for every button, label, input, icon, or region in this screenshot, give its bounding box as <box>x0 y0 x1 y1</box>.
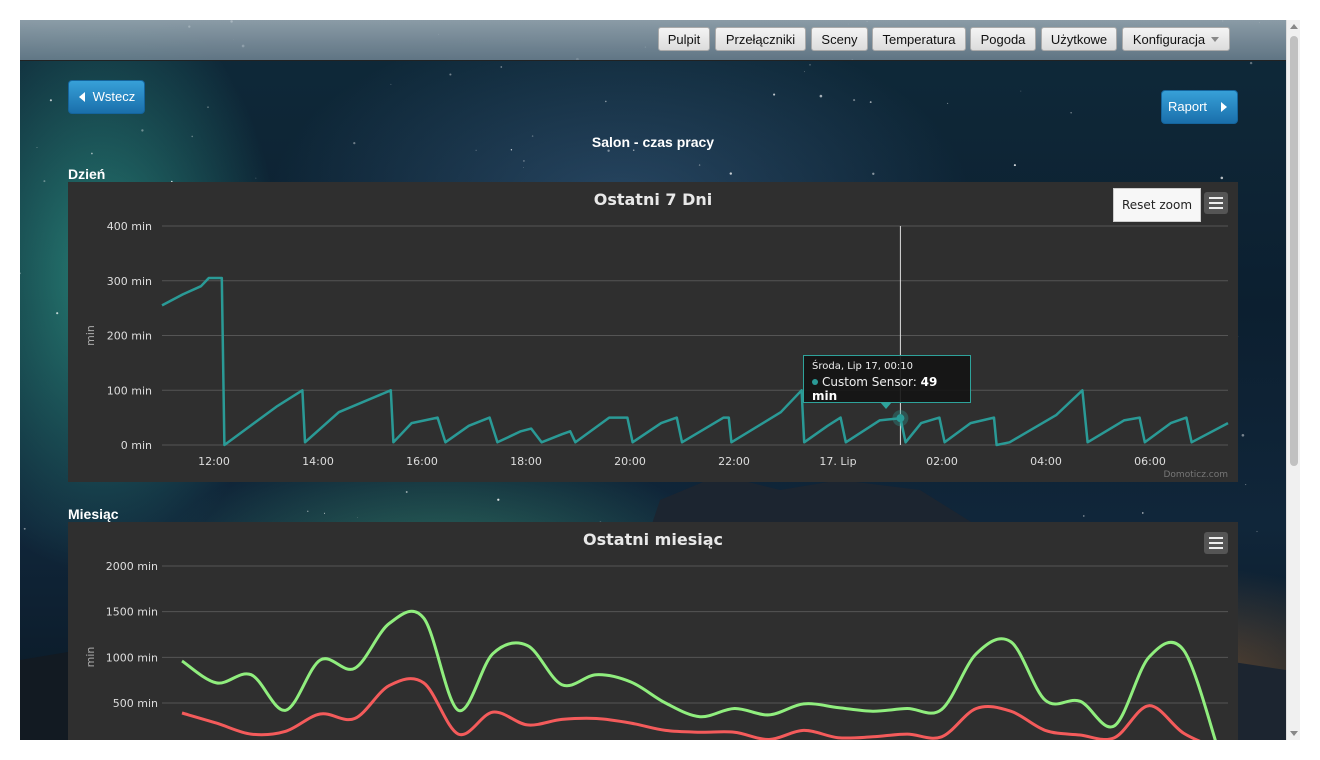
nav-sceny[interactable]: Sceny <box>811 27 868 51</box>
scrollbar-thumb[interactable] <box>1290 36 1298 466</box>
y-tick-label: 300 min <box>107 275 152 288</box>
report-button[interactable]: Raport <box>1161 90 1238 124</box>
scroll-up-icon[interactable] <box>1290 24 1298 29</box>
browser-viewport: Pulpit Przełączniki Sceny Temperatura Po… <box>20 20 1300 740</box>
y-tick-label: 0 min <box>121 439 152 452</box>
nav-pogoda[interactable]: Pogoda <box>970 27 1036 51</box>
tooltip-pointer <box>880 402 892 409</box>
tooltip-date: Środa, Lip 17, 00:10 <box>812 361 913 372</box>
month-chart-plot[interactable]: 500 min 1000 min 1500 min 2000 min min <box>68 522 1238 740</box>
page-scrollbar[interactable] <box>1286 20 1300 740</box>
day-chart-plot[interactable]: 0 min 100 min 200 min 300 min 400 min 12:00 14… <box>68 182 1238 482</box>
y-tick-label: 1500 min <box>106 606 158 619</box>
top-navbar: Pulpit Przełączniki Sceny Temperatura Po… <box>20 20 1286 61</box>
x-tick-label: 12:00 <box>198 455 230 468</box>
chevron-left-icon <box>79 92 85 102</box>
chart-tooltip: Środa, Lip 17, 00:10 Custom Sensor: 49 m… <box>803 355 971 409</box>
hover-point <box>896 414 905 423</box>
x-tick-label: 17. Lip <box>819 455 856 468</box>
y-axis-label: min <box>84 325 97 346</box>
nav-konfiguracja[interactable]: Konfiguracja <box>1122 27 1230 51</box>
y-tick-label: 100 min <box>107 384 152 397</box>
series-line-custom-sensor <box>161 276 1229 447</box>
y-tick-label: 2000 min <box>106 560 158 573</box>
page-title: Salon - czas pracy <box>591 134 715 150</box>
series-line-green <box>181 609 1217 740</box>
chevron-right-icon <box>1220 102 1227 112</box>
y-tick-label: 200 min <box>107 330 152 343</box>
report-button-label: Raport <box>1168 99 1208 114</box>
scroll-down-icon[interactable] <box>1290 731 1298 736</box>
y-tick-label: 500 min <box>113 697 158 710</box>
chart-credit: Domoticz.com <box>1164 470 1229 480</box>
x-tick-label: 16:00 <box>406 455 438 468</box>
nav-pulpit[interactable]: Pulpit <box>658 27 710 51</box>
x-tick-label: 20:00 <box>614 455 646 468</box>
nav-konfiguracja-label: Konfiguracja <box>1132 32 1206 47</box>
day-section-label: Dzień <box>68 166 106 182</box>
x-tick-label: 18:00 <box>510 455 542 468</box>
series-line-red <box>181 677 1201 740</box>
y-tick-label: 400 min <box>107 220 152 233</box>
x-tick-label: 02:00 <box>926 455 958 468</box>
back-button[interactable]: Wstecz <box>68 80 145 114</box>
x-tick-label: 06:00 <box>1134 455 1166 468</box>
month-chart: Ostatni miesiąc 500 min 1000 min 1500 min 2… <box>68 522 1238 740</box>
month-section-label: Miesiąc <box>68 506 119 522</box>
nav-przelaczniki[interactable]: Przełączniki <box>715 27 806 51</box>
x-tick-label: 22:00 <box>718 455 750 468</box>
nav-temperatura[interactable]: Temperatura <box>872 27 966 51</box>
series-dot-icon <box>812 379 818 385</box>
caret-down-icon <box>1211 37 1220 42</box>
tooltip-series: Custom Sensor: <box>822 375 917 389</box>
y-axis-label: min <box>84 647 97 668</box>
day-chart: Ostatni 7 Dni Reset zoom 0 min 100 min 200… <box>68 182 1238 482</box>
nav-uzytkowe[interactable]: Użytkowe <box>1041 27 1117 51</box>
y-tick-label: 1000 min <box>106 651 158 664</box>
x-tick-label: 14:00 <box>302 455 334 468</box>
back-button-label: Wstecz <box>92 89 136 104</box>
x-tick-label: 04:00 <box>1030 455 1062 468</box>
